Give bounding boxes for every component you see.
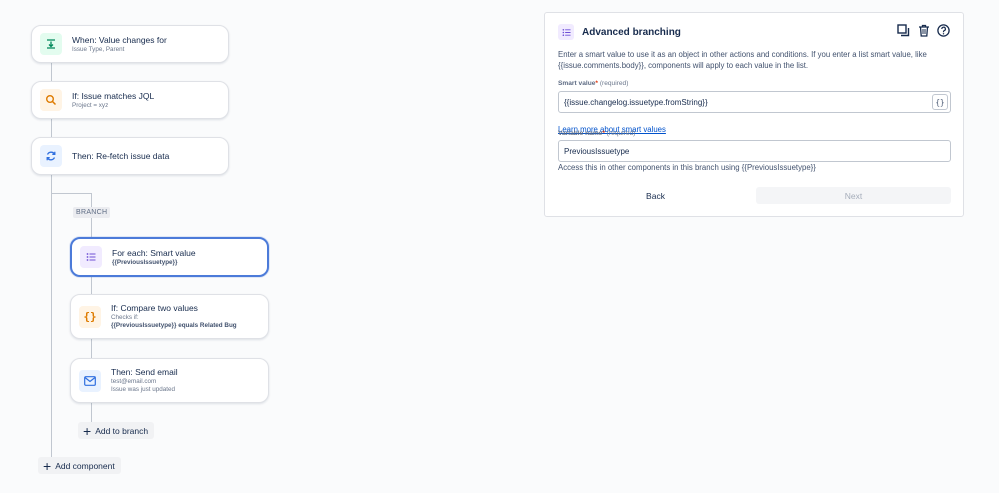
- panel-title: Advanced branching: [582, 26, 681, 38]
- panel-description: Enter a smart value to use it as an obje…: [558, 50, 927, 70]
- advanced-branching-panel: Advanced branching Enter a smart value t…: [544, 12, 964, 217]
- insert-smart-value-button[interactable]: {}: [932, 94, 948, 110]
- branch-item-subtitle: test@email.com: [111, 378, 157, 385]
- branch-item-title: If: Compare two values: [111, 303, 198, 313]
- mail-icon: [79, 369, 101, 392]
- variable-name-text: PreviousIssuetype: [564, 146, 630, 156]
- trigger-subtitle: Issue Type, Parent: [72, 45, 125, 53]
- add-component-button[interactable]: + Add component: [38, 457, 121, 474]
- variable-required: (required): [606, 130, 636, 137]
- branch-item-detail: {{PreviousIssuetype}}: [112, 258, 178, 266]
- smart-value-label: Smart value: [558, 80, 596, 87]
- smart-value-required: (required): [599, 80, 629, 87]
- branch-tag: BRANCH: [73, 207, 111, 218]
- value-change-icon: [40, 33, 62, 55]
- variable-label: Variable name: [558, 130, 603, 137]
- action-title: Then: Re-fetch issue data: [72, 150, 170, 161]
- branch-connector: [51, 193, 91, 194]
- branch-item-title: Then: Send email: [111, 367, 178, 377]
- next-button[interactable]: Next: [756, 187, 951, 204]
- variable-label-row: Variable name* (required): [558, 130, 636, 137]
- condition-title: If: Issue matches JQL: [72, 90, 155, 101]
- help-icon[interactable]: [936, 23, 951, 38]
- list-icon: [80, 246, 102, 268]
- add-to-branch-button[interactable]: + Add to branch: [78, 422, 155, 439]
- flow-connector-main: [51, 62, 52, 457]
- condition-card[interactable]: If: Issue matches JQL Project = xyz: [31, 81, 229, 119]
- smart-value-input[interactable]: {{issue.changelog.issuetype.fromString}}…: [558, 91, 951, 113]
- plus-icon: +: [83, 422, 92, 439]
- variable-name-input[interactable]: PreviousIssuetype: [558, 140, 951, 162]
- condition-subtitle: Project = xyz: [72, 101, 109, 109]
- branch-email-card[interactable]: Then: Send email test@email.com Issue wa…: [70, 358, 269, 403]
- delete-icon[interactable]: [916, 23, 931, 38]
- trigger-card[interactable]: When: Value changes for Issue Type, Pare…: [31, 25, 229, 63]
- add-component-label: Add component: [55, 460, 115, 471]
- branch-item-subtitle-2: Issue was just updated: [111, 386, 176, 393]
- search-icon: [40, 89, 62, 111]
- branch-compare-card[interactable]: {} If: Compare two values Checks if: {{P…: [70, 294, 269, 339]
- branch-item-detail: {{PreviousIssuetype}} equals Related Bug: [111, 322, 237, 329]
- plus-icon: +: [43, 457, 52, 474]
- action-card[interactable]: Then: Re-fetch issue data: [31, 137, 229, 175]
- add-to-branch-label: Add to branch: [95, 425, 149, 436]
- back-button[interactable]: Back: [558, 187, 753, 204]
- smart-value-text: {{issue.changelog.issuetype.fromString}}: [564, 97, 708, 107]
- list-icon: [558, 24, 574, 40]
- duplicate-icon[interactable]: [896, 23, 911, 38]
- trigger-title: When: Value changes for: [72, 34, 167, 45]
- branch-item-subtitle: Checks if:: [111, 314, 139, 321]
- braces-icon: {}: [79, 305, 101, 328]
- refresh-icon: [40, 145, 62, 167]
- smart-value-label-row: Smart value* (required): [558, 80, 629, 87]
- variable-helper-text: Access this in other components in this …: [558, 163, 816, 172]
- branch-smart-value-card[interactable]: For each: Smart value {{PreviousIssuetyp…: [70, 237, 269, 277]
- branch-item-title: For each: Smart value: [112, 247, 196, 258]
